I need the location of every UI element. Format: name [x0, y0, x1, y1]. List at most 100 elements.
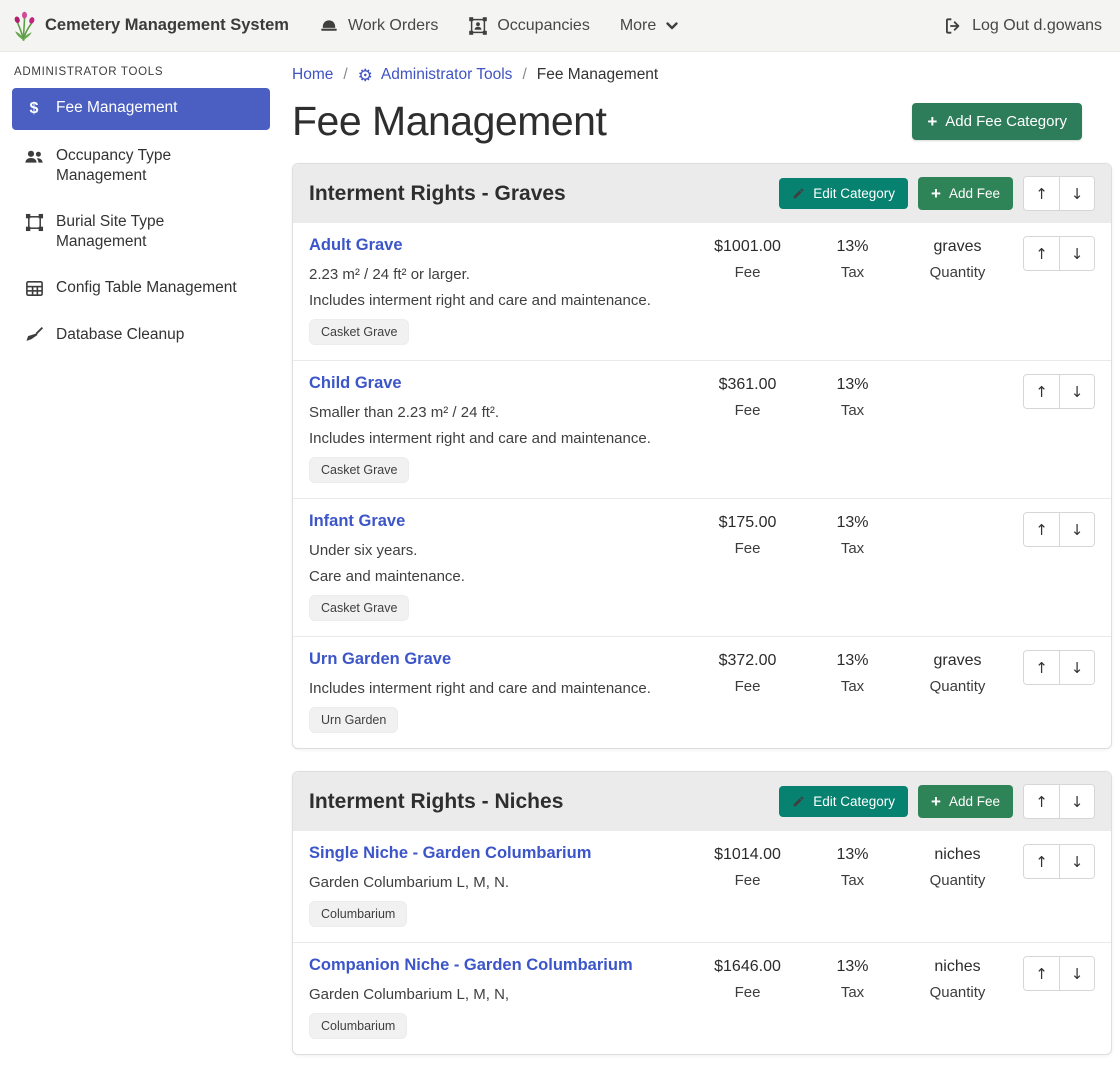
plus-icon: + [931, 185, 941, 202]
fee-description-line: Includes interment right and care and ma… [309, 430, 690, 447]
tax-cell: 13% Tax [805, 844, 900, 889]
logout-link[interactable]: Log Out d.gowans [943, 16, 1102, 36]
arrow-down-icon[interactable]: ↓ [1059, 237, 1094, 270]
breadcrumb-admin-tools[interactable]: ⚙ Administrator Tools [358, 66, 513, 84]
add-fee-button[interactable]: + Add Fee [918, 785, 1013, 818]
broom-icon [24, 326, 44, 345]
fee-name-link[interactable]: Urn Garden Grave [309, 650, 451, 669]
nav-work-orders[interactable]: Work Orders [319, 16, 438, 36]
breadcrumb-home[interactable]: Home [292, 66, 333, 84]
sidebar: ADMINISTRATOR TOOLS $ Fee Management Occ… [0, 52, 282, 361]
quantity-cell: niches Quantity [900, 956, 1015, 1001]
tax-cell: 13% Tax [805, 374, 900, 419]
sidebar-item-config-table-management[interactable]: Config Table Management [12, 268, 270, 308]
add-fee-label: Add Fee [949, 186, 1000, 201]
arrow-up-icon[interactable]: ↑ [1024, 957, 1059, 990]
category-rows: Adult Grave 2.23 m² / 24 ft² or larger.I… [293, 223, 1111, 748]
fee-description-line: Smaller than 2.23 m² / 24 ft². [309, 404, 690, 421]
fee-description-line: Includes interment right and care and ma… [309, 292, 690, 309]
fee-description-line: Care and maintenance. [309, 568, 690, 585]
arrow-up-icon[interactable]: ↑ [1024, 375, 1059, 408]
fee-row: Infant Grave Under six years.Care and ma… [293, 499, 1111, 637]
sidebar-item-occupancy-type-management[interactable]: Occupancy Type Management [12, 136, 270, 196]
breadcrumb-separator: / [343, 66, 347, 84]
tax-cell: 13% Tax [805, 236, 900, 281]
fee-categories: Interment Rights - Graves Edit Category … [292, 163, 1112, 1055]
fee-amount-label: Fee [735, 872, 761, 889]
sidebar-item-database-cleanup[interactable]: Database Cleanup [12, 315, 270, 355]
sidebar-item-fee-management[interactable]: $ Fee Management [12, 88, 270, 130]
nav-more[interactable]: More [620, 17, 679, 35]
arrow-down-icon[interactable]: ↓ [1059, 845, 1094, 878]
fee-row: Companion Niche - Garden Columbarium Gar… [293, 943, 1111, 1054]
arrow-up-icon[interactable]: ↑ [1024, 513, 1059, 546]
arrow-up-icon[interactable]: ↑ [1024, 845, 1059, 878]
fee-type-badge: Urn Garden [309, 707, 398, 733]
arrow-up-icon[interactable]: ↑ [1024, 651, 1059, 684]
app-title: Cemetery Management System [45, 16, 289, 35]
fee-type-badge: Casket Grave [309, 319, 409, 345]
tax-label: Tax [841, 984, 864, 1001]
arrow-up-icon[interactable]: ↑ [1024, 785, 1059, 818]
tax-label: Tax [841, 402, 864, 419]
category-title: Interment Rights - Niches [309, 790, 563, 814]
fee-name-link[interactable]: Child Grave [309, 374, 402, 393]
fee-type-badge: Casket Grave [309, 457, 409, 483]
fee-descriptions: Includes interment right and care and ma… [309, 680, 690, 697]
add-fee-label: Add Fee [949, 794, 1000, 809]
sidebar-item-burial-site-type-management[interactable]: Burial Site Type Management [12, 202, 270, 262]
fee-amount-label: Fee [735, 678, 761, 695]
breadcrumb-admin-tools-label: Administrator Tools [381, 66, 513, 84]
tax-value: 13% [836, 958, 868, 976]
nav-occupancies[interactable]: Occupancies [468, 16, 590, 36]
fee-amount-value: $1646.00 [714, 958, 781, 976]
breadcrumb: Home / ⚙ Administrator Tools / Fee Manag… [292, 64, 1112, 88]
quantity-label: Quantity [930, 678, 986, 695]
quantity-value: graves [933, 238, 981, 256]
fee-amount-cell: $361.00 Fee [690, 374, 805, 419]
users-icon [24, 147, 44, 167]
arrow-down-icon[interactable]: ↓ [1059, 375, 1094, 408]
arrow-down-icon[interactable]: ↓ [1059, 177, 1094, 210]
fee-descriptions: 2.23 m² / 24 ft² or larger.Includes inte… [309, 266, 690, 309]
quantity-cell: graves Quantity [900, 236, 1015, 281]
category-move-group: ↑ ↓ [1023, 784, 1095, 819]
main-content: Home / ⚙ Administrator Tools / Fee Manag… [282, 52, 1120, 1077]
fee-descriptions: Smaller than 2.23 m² / 24 ft². Includes i… [309, 404, 690, 447]
arrow-down-icon[interactable]: ↓ [1059, 785, 1094, 818]
arrow-down-icon[interactable]: ↓ [1059, 651, 1094, 684]
nav-more-label: More [620, 17, 656, 35]
fee-name-link[interactable]: Single Niche - Garden Columbarium [309, 844, 591, 863]
fee-category-panel: Interment Rights - Graves Edit Category … [292, 163, 1112, 749]
fee-move-group: ↑ ↓ [1023, 844, 1095, 879]
category-header: Interment Rights - Niches Edit Category … [293, 772, 1111, 831]
category-rows: Single Niche - Garden Columbarium Garden… [293, 831, 1111, 1054]
fee-amount-cell: $175.00 Fee [690, 512, 805, 557]
sidebar-items: $ Fee Management Occupancy Type Manageme… [12, 88, 270, 355]
fee-info: Urn Garden Grave Includes interment righ… [309, 650, 690, 733]
fee-info: Single Niche - Garden Columbarium Garden… [309, 844, 690, 927]
tax-value: 13% [836, 376, 868, 394]
fee-amount-cell: $372.00 Fee [690, 650, 805, 695]
edit-category-button[interactable]: Edit Category [779, 178, 908, 209]
arrow-up-icon[interactable]: ↑ [1024, 177, 1059, 210]
quantity-value: niches [934, 846, 980, 864]
arrow-up-icon[interactable]: ↑ [1024, 237, 1059, 270]
fee-amount-label: Fee [735, 540, 761, 557]
fee-name-link[interactable]: Adult Grave [309, 236, 403, 255]
fee-name-link[interactable]: Infant Grave [309, 512, 405, 531]
page-title: Fee Management [292, 98, 606, 145]
arrow-down-icon[interactable]: ↓ [1059, 513, 1094, 546]
fee-name-link[interactable]: Companion Niche - Garden Columbarium [309, 956, 633, 975]
edit-category-label: Edit Category [813, 794, 895, 809]
plus-icon: + [931, 793, 941, 810]
arrow-down-icon[interactable]: ↓ [1059, 957, 1094, 990]
edit-category-button[interactable]: Edit Category [779, 786, 908, 817]
add-fee-button[interactable]: + Add Fee [918, 177, 1013, 210]
pencil-icon [792, 795, 805, 808]
fee-description-line: Garden Columbarium L, M, N, [309, 986, 690, 1003]
fee-descriptions: Garden Columbarium L, M, N, [309, 986, 690, 1003]
fee-amount-cell: $1646.00 Fee [690, 956, 805, 1001]
add-fee-category-button[interactable]: + Add Fee Category [912, 103, 1082, 140]
fee-type-badge: Columbarium [309, 901, 407, 927]
